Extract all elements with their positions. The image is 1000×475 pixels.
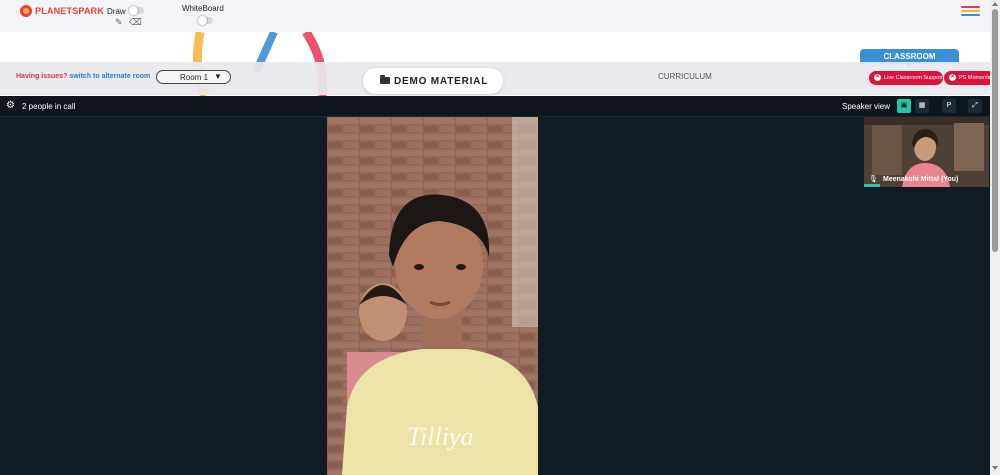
menu-line — [961, 10, 980, 12]
menu-line — [961, 14, 980, 16]
page-scrollbar[interactable] — [990, 0, 1000, 475]
close-icon: × — [874, 74, 881, 81]
pin-button[interactable]: P — [942, 99, 956, 113]
dropdown-arrow-icon: ▼ — [214, 72, 222, 81]
demo-material-button[interactable]: DEMO MATERIAL — [363, 68, 503, 94]
ps-moments-label: PS Moments — [959, 75, 991, 81]
brand-logo[interactable]: PLANETSPARK — [20, 5, 104, 17]
room-select[interactable]: Room 1 ▼ — [156, 70, 231, 84]
live-support-button[interactable]: × Live Classroom Support — [869, 71, 943, 85]
draw-label: Draw — [107, 7, 126, 16]
hamburger-menu-icon[interactable] — [961, 6, 980, 17]
folder-icon — [380, 75, 390, 84]
switch-room-link[interactable]: switch to alternate room — [69, 73, 150, 80]
student-video-frame: Tilliya — [327, 117, 538, 475]
pencil-icon[interactable]: ✎ — [115, 17, 123, 28]
gear-icon[interactable]: ⚙ — [6, 100, 15, 111]
main-speaker-video[interactable]: Tilliya — [327, 117, 538, 475]
people-count: 2 people in call — [22, 102, 76, 111]
brand-name: PLANETSPARK — [35, 6, 105, 16]
whiteboard-toggle[interactable] — [198, 16, 213, 25]
microphone-icon[interactable]: 🎙 — [869, 175, 878, 183]
fullscreen-icon[interactable]: ⤢ — [968, 99, 982, 113]
scrollbar-thumb[interactable] — [992, 9, 998, 252]
svg-text:Tilliya: Tilliya — [407, 422, 473, 451]
audio-level-bar — [864, 184, 880, 187]
grid-view-icon[interactable]: ▦ — [915, 99, 929, 113]
call-header: ⚙ 2 people in call Speaker view ▣ ▦ P ⤢ — [0, 96, 990, 117]
participant-name: Meenakshi Mittal (You) — [883, 176, 959, 183]
whiteboard-label: WhiteBoard — [182, 4, 224, 13]
live-support-label: Live Classroom Support — [884, 75, 943, 81]
top-toolbar: PLANETSPARK Draw ✎ ⌫ WhiteBoard — [0, 0, 990, 32]
scroll-up-arrow-icon[interactable] — [992, 2, 998, 6]
close-icon: × — [949, 74, 956, 81]
having-issues-text: Having issues? — [16, 73, 68, 80]
scroll-down-arrow-icon[interactable] — [992, 466, 998, 470]
curriculum-tab[interactable]: CURRICULUM — [658, 72, 712, 81]
speaker-view-label: Speaker view — [842, 102, 891, 111]
demo-material-label: DEMO MATERIAL — [394, 76, 489, 87]
speaker-view-icon[interactable]: ▣ — [897, 99, 911, 113]
menu-line — [961, 6, 980, 8]
eraser-icon[interactable]: ⌫ — [129, 17, 142, 28]
room-select-value: Room 1 — [180, 73, 209, 82]
issues-notice: Having issues? switch to alternate room — [16, 73, 150, 80]
draw-toggle[interactable] — [129, 6, 144, 15]
planetspark-logo-icon — [20, 5, 32, 17]
self-video-thumbnail[interactable]: 🎙 Meenakshi Mittal (You) — [864, 117, 989, 187]
ps-moments-button[interactable]: × PS Moments — [944, 71, 996, 85]
